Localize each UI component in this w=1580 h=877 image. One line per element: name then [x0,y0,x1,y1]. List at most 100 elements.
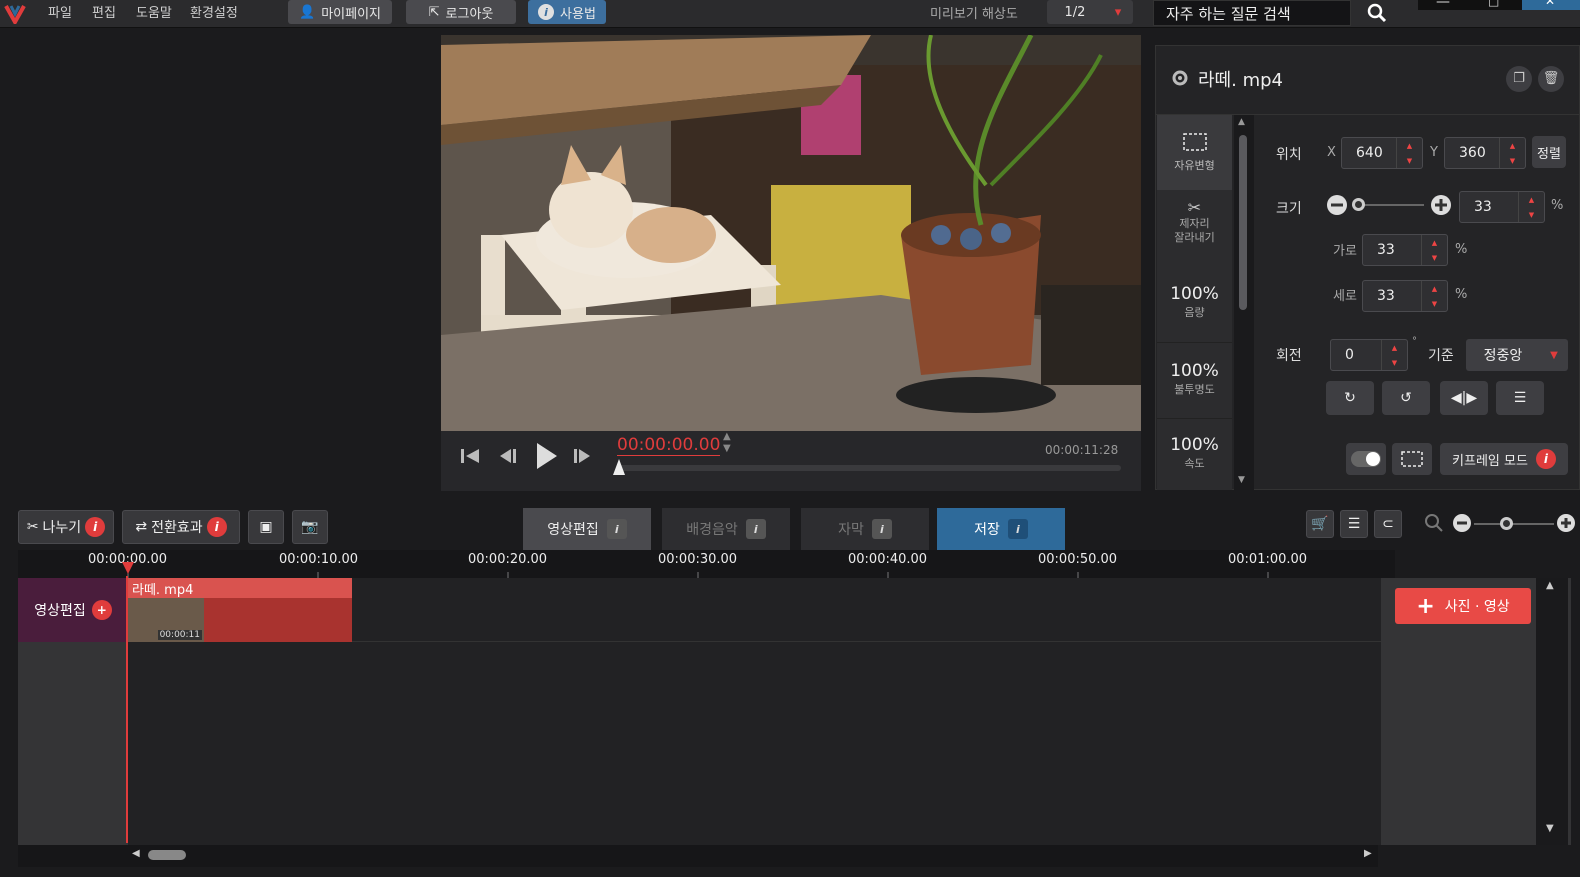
scroll-left-icon[interactable]: ◀ [132,848,140,859]
tab-save[interactable]: 저장 i [937,508,1065,550]
rotate-ccw-90-button[interactable]: ↺ [1382,381,1430,415]
flip-horizontal-button[interactable]: ◀|▶ [1440,381,1488,415]
add-icon[interactable]: + [91,600,112,620]
minimize-icon[interactable]: — [1436,0,1450,10]
maximize-icon[interactable]: □ [1488,0,1499,8]
tab-video-edit[interactable]: 영상편집 i [523,508,651,550]
zoom-out-icon[interactable] [1452,513,1472,533]
panel-scrollbar[interactable]: ▲ ▼ [1234,115,1254,490]
keyframe-mode-button[interactable]: 키프레임 모드 i [1440,443,1568,475]
menu-help[interactable]: 도움말 [136,2,172,21]
size-slider-handle[interactable] [1352,198,1365,211]
prev-frame-icon[interactable] [495,445,517,467]
time-spin-icon[interactable]: ▲ ▼ [723,431,731,455]
mypage-button[interactable]: 👤 마이페이지 [288,0,392,24]
side-free-transform[interactable]: 자유변형 [1157,115,1232,190]
transition-button[interactable]: ⇄ 전환효과 i [122,510,240,544]
user-icon: 👤 [299,4,316,20]
info-icon: i [1007,519,1028,539]
side-speed[interactable]: 100% 속도 [1157,418,1232,490]
scroll-right-icon[interactable]: ▶ [1364,848,1372,859]
next-frame-icon[interactable] [573,445,595,467]
zoom-in-icon[interactable] [1556,513,1576,533]
timeline-hscrollbar[interactable]: ◀ ▶ [18,845,1378,867]
x-stepper[interactable]: ▲ ▼ [1396,138,1422,168]
scroll-down-icon[interactable]: ▼ [1546,823,1554,834]
hscroll-thumb[interactable] [148,850,186,860]
playhead-marker-icon[interactable] [122,562,134,576]
frame-icon [1401,451,1423,467]
width-input[interactable]: 33 ▲ ▼ [1362,234,1448,266]
size-input[interactable]: 33 ▲ ▼ [1459,191,1545,223]
side-volume[interactable]: 100% 음량 [1157,266,1232,342]
menu-edit[interactable]: 편집 [92,2,116,21]
info-icon: i [606,519,627,539]
skip-start-icon[interactable] [459,445,481,467]
time-ruler[interactable]: 00:00:00.00 00:00:10.00 00:00:20.00 00:0… [18,550,1395,578]
size-percent: % [1551,198,1564,213]
width-stepper[interactable]: ▲ ▼ [1421,235,1447,265]
y-label: Y [1430,145,1438,160]
scissors-icon: ✂ [26,519,39,535]
toggle-switch[interactable] [1346,443,1386,475]
size-stepper[interactable]: ▲ ▼ [1518,192,1544,222]
faq-search-input[interactable]: 자주 하는 질문 검색 [1153,0,1351,26]
playhead-line[interactable] [126,576,128,843]
seek-handle-icon[interactable] [613,459,625,477]
height-input[interactable]: 33 ▲ ▼ [1362,280,1448,312]
split-button[interactable]: ✂ 나누기 i [18,510,114,544]
info-icon: i [1535,449,1556,469]
add-frame-button[interactable]: ▣ [248,510,284,544]
side-opacity[interactable]: 100% 불투명도 [1157,342,1232,418]
video-clip[interactable]: 라떼. mp4 00:00:11 [128,578,352,642]
delete-button[interactable]: 🗑 [1538,66,1564,92]
current-time[interactable]: 00:00:00.00 [617,435,721,456]
y-stepper[interactable]: ▲ ▼ [1499,138,1525,168]
side-crop[interactable]: ✂ 제자리 잘라내기 [1157,190,1232,266]
degree-sign: ° [1412,336,1417,347]
rotate-stepper[interactable]: ▲ ▼ [1381,340,1407,370]
crop-frame-button[interactable] [1392,443,1432,475]
anchor-dropdown-icon[interactable]: ▼ [1540,339,1568,371]
seek-bar[interactable] [617,465,1121,471]
height-percent: % [1455,287,1468,302]
info-icon: i [538,4,555,20]
track-header-video[interactable]: 영상편집 + [18,578,128,642]
search-button[interactable] [1356,0,1398,26]
scroll-up-icon[interactable]: ▲ [1238,117,1245,127]
tab-bgm[interactable]: 배경음악 i [662,508,790,550]
scroll-down-icon[interactable]: ▼ [1238,475,1245,485]
size-decrease-icon[interactable] [1326,194,1348,216]
magnet-button[interactable]: ⊂ [1374,510,1402,538]
height-stepper[interactable]: ▲ ▼ [1421,281,1447,311]
anchor-select[interactable]: 정중앙 [1466,339,1540,371]
scroll-up-icon[interactable]: ▲ [1546,580,1554,591]
ruler-ticks [127,572,1269,578]
y-input[interactable]: 360 ▲ ▼ [1444,137,1526,169]
howto-button[interactable]: i 사용법 [528,0,606,24]
menu-file[interactable]: 파일 [48,2,72,21]
cart-button[interactable]: 🛒 [1306,510,1334,538]
resolution-select[interactable]: 1/2 [1047,0,1103,24]
tab-subtitle[interactable]: 자막 i [801,508,929,550]
align-button[interactable]: 정렬 [1532,136,1566,168]
zoom-slider[interactable] [1474,523,1554,525]
resolution-dropdown-icon[interactable]: ▾ [1103,0,1133,24]
x-input[interactable]: 640 ▲ ▼ [1341,137,1423,169]
menu-settings[interactable]: 환경설정 [190,2,238,21]
duplicate-button[interactable]: ❐ [1506,66,1532,92]
audio-wave-button[interactable]: ☰ [1340,510,1368,538]
zoom-slider-handle[interactable] [1500,517,1513,530]
snapshot-button[interactable]: 📷 [292,510,328,544]
video-preview[interactable] [441,35,1141,431]
rotate-input[interactable]: 0 ▲ ▼ [1330,339,1408,371]
rotate-ccw-icon: ↺ [1400,390,1412,406]
size-increase-icon[interactable] [1430,194,1452,216]
logout-button[interactable]: ⇱ 로그아웃 [406,0,516,24]
width-percent: % [1455,242,1468,257]
timeline-vscrollbar[interactable]: ▲ ▼ [1536,578,1568,845]
rotate-cw-90-button[interactable]: ↻ [1326,381,1374,415]
flip-vertical-button[interactable]: ☰ [1496,381,1544,415]
add-media-button[interactable]: + 사진 · 영상 [1395,588,1531,624]
play-icon[interactable] [533,441,559,471]
